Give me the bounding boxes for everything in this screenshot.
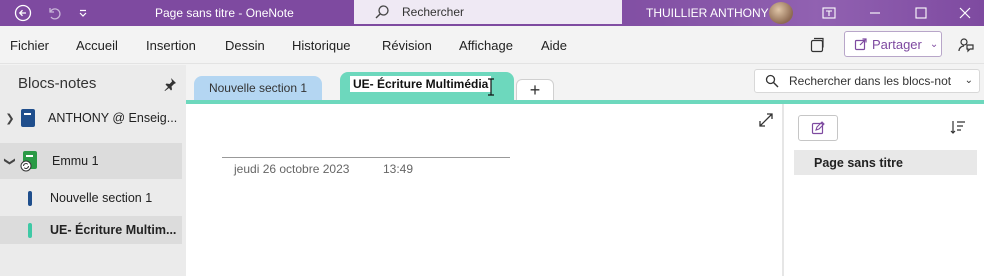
undo-icon[interactable] bbox=[41, 0, 67, 26]
expand-icon[interactable] bbox=[758, 112, 774, 133]
add-page-icon bbox=[811, 121, 825, 135]
page-canvas[interactable]: jeudi 26 octobre 2023 13:49 bbox=[186, 104, 782, 276]
chevron-down-icon[interactable]: ⌄ bbox=[930, 39, 938, 50]
text-cursor-icon bbox=[488, 78, 494, 96]
title-search-box[interactable]: Rechercher bbox=[354, 0, 622, 24]
maximize-icon[interactable] bbox=[898, 0, 944, 26]
menu-fichier[interactable]: Fichier bbox=[10, 38, 49, 53]
notebook-item[interactable]: ❯ Emmu 1 bbox=[0, 143, 182, 179]
sort-icon[interactable] bbox=[950, 120, 966, 139]
title-search-placeholder: Rechercher bbox=[402, 5, 465, 19]
pin-icon[interactable] bbox=[163, 77, 177, 96]
back-icon[interactable] bbox=[10, 0, 36, 26]
notebook-search-placeholder: Rechercher dans les blocs-not bbox=[789, 74, 952, 88]
chevron-down-icon[interactable]: ❯ bbox=[4, 151, 17, 171]
notebook-item[interactable]: ❯ ANTHONY @ Enseig... bbox=[0, 100, 182, 136]
menu-insertion[interactable]: Insertion bbox=[146, 38, 196, 53]
section-label: UE- Écriture Multim... bbox=[50, 223, 177, 237]
notebook-search-box[interactable]: Rechercher dans les blocs-not ⌄ bbox=[754, 69, 980, 93]
section-label: Nouvelle section 1 bbox=[50, 191, 153, 205]
window-title: Page sans titre - OneNote bbox=[155, 6, 294, 20]
share-icon bbox=[854, 38, 867, 51]
chevron-down-icon[interactable]: ⌄ bbox=[965, 75, 973, 86]
title-bar: Page sans titre - OneNote Rechercher THU… bbox=[0, 0, 984, 26]
quick-access-chevron-icon[interactable] bbox=[70, 0, 96, 26]
page-list-panel: Page sans titre bbox=[782, 104, 984, 276]
notebook-label: ANTHONY @ Enseig... bbox=[48, 111, 178, 125]
shared-notebook-icon bbox=[20, 151, 37, 172]
share-button[interactable]: Partager ⌄ bbox=[844, 31, 942, 57]
menu-affichage[interactable]: Affichage bbox=[459, 38, 513, 53]
page-time: 13:49 bbox=[383, 162, 414, 176]
page-list-item[interactable]: Page sans titre bbox=[794, 150, 977, 175]
tab-rename-field[interactable]: UE- Écriture Multimédia bbox=[350, 76, 492, 92]
avatar[interactable] bbox=[769, 2, 793, 24]
restore-window-icon[interactable] bbox=[806, 0, 852, 26]
tab-nouvelle-section-1[interactable]: Nouvelle section 1 bbox=[194, 76, 322, 100]
share-label: Partager bbox=[872, 36, 922, 52]
user-name[interactable]: THUILLIER ANTHONY bbox=[646, 6, 769, 20]
add-page-button[interactable] bbox=[798, 115, 838, 141]
search-icon bbox=[765, 74, 779, 88]
menu-accueil[interactable]: Accueil bbox=[76, 38, 118, 53]
chevron-right-icon[interactable]: ❯ bbox=[0, 112, 20, 125]
page-title-field[interactable] bbox=[222, 157, 510, 158]
sticky-notes-icon[interactable] bbox=[806, 35, 828, 55]
menu-bar: Fichier Accueil Insertion Dessin Histori… bbox=[0, 26, 984, 64]
page-date: jeudi 26 octobre 2023 bbox=[234, 162, 350, 176]
close-icon[interactable] bbox=[942, 0, 984, 26]
notebook-label: Emmu 1 bbox=[52, 154, 99, 168]
section-item[interactable]: Nouvelle section 1 bbox=[0, 184, 182, 212]
minimize-icon[interactable] bbox=[852, 0, 898, 26]
section-color-marker bbox=[28, 190, 32, 206]
menu-dessin[interactable]: Dessin bbox=[225, 38, 265, 53]
notebooks-sidebar: Blocs-notes ❯ ANTHONY @ Enseig... ❯ Emmu… bbox=[0, 65, 186, 276]
sidebar-heading: Blocs-notes bbox=[18, 75, 97, 92]
add-section-button[interactable]: + bbox=[516, 79, 554, 101]
menu-aide[interactable]: Aide bbox=[541, 38, 567, 53]
menu-revision[interactable]: Révision bbox=[382, 38, 432, 53]
section-color-marker bbox=[28, 222, 32, 238]
feedback-icon[interactable] bbox=[955, 35, 977, 55]
notebook-icon bbox=[21, 109, 35, 127]
menu-historique[interactable]: Historique bbox=[292, 38, 351, 53]
search-icon bbox=[375, 5, 389, 19]
section-item[interactable]: UE- Écriture Multim... bbox=[0, 216, 182, 244]
